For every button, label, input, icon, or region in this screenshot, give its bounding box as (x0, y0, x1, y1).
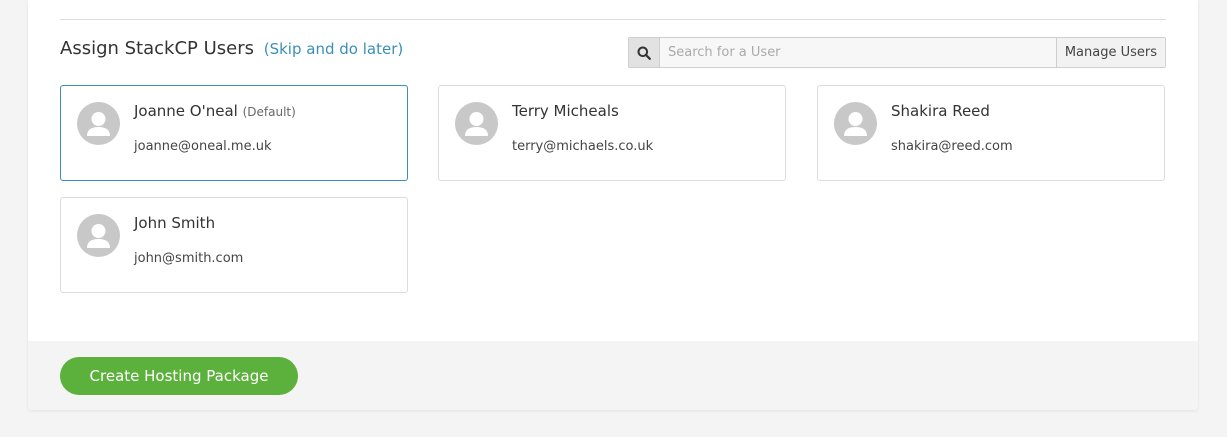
user-name-text: Terry Micheals (512, 102, 619, 120)
search-input[interactable] (660, 38, 1056, 67)
user-avatar-icon (77, 214, 120, 257)
user-email: joanne@oneal.me.uk (134, 139, 272, 154)
user-card-john-smith[interactable]: John Smith john@smith.com (60, 197, 408, 293)
user-avatar-icon (455, 102, 498, 145)
user-email: terry@michaels.co.uk (512, 139, 654, 154)
user-name: John Smith (134, 214, 215, 232)
user-card-terry-micheals[interactable]: Terry Micheals terry@michaels.co.uk (438, 85, 786, 181)
user-email: john@smith.com (134, 251, 244, 266)
user-card-joanne-oneal[interactable]: Joanne O'neal (Default) joanne@oneal.me.… (60, 85, 408, 181)
user-card-shakira-reed[interactable]: Shakira Reed shakira@reed.com (817, 85, 1165, 181)
user-name: Shakira Reed (891, 102, 990, 120)
user-name-text: John Smith (134, 214, 216, 232)
user-search-bar: Manage Users (628, 37, 1166, 68)
user-avatar-icon (77, 102, 120, 145)
user-name: Joanne O'neal (Default) (134, 102, 296, 120)
user-name-text: Joanne O'neal (134, 102, 238, 120)
user-avatar-icon (834, 102, 877, 145)
manage-users-button[interactable]: Manage Users (1055, 38, 1165, 67)
user-name-text: Shakira Reed (891, 102, 990, 120)
create-hosting-package-button[interactable]: Create Hosting Package (60, 357, 298, 395)
section-title: Assign StackCP Users (Skip and do later) (60, 38, 403, 59)
search-icon[interactable] (629, 38, 660, 67)
user-email: shakira@reed.com (891, 139, 1013, 154)
user-name: Terry Micheals (512, 102, 619, 120)
panel-footer: Create Hosting Package (28, 341, 1198, 410)
default-tag: (Default) (242, 105, 296, 119)
skip-link[interactable]: (Skip and do later) (264, 40, 403, 58)
section-title-text: Assign StackCP Users (60, 38, 255, 59)
assign-users-panel: Assign StackCP Users (Skip and do later)… (28, 0, 1198, 410)
divider (60, 19, 1166, 20)
